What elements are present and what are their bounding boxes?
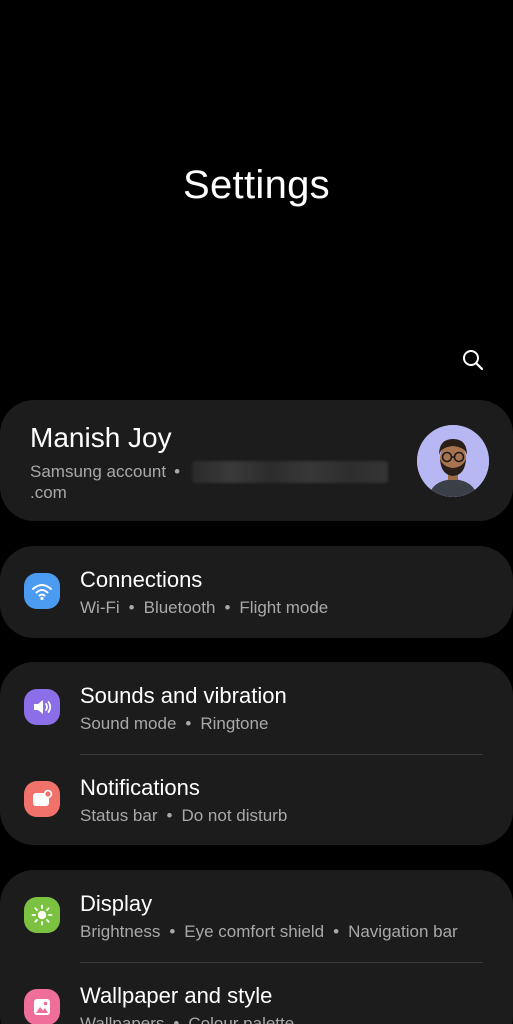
separator: •: [173, 1014, 180, 1024]
item-subtitle: Brightness • Eye comfort shield • Navigation…: [80, 922, 458, 942]
subtitle-part: Bluetooth: [143, 598, 216, 617]
subtitle-part: Ringtone: [200, 714, 269, 733]
settings-group-connections: Connections Wi-Fi • Bluetooth • Flight mode: [0, 546, 513, 638]
subtitle-part: Do not disturb: [181, 806, 288, 825]
subtitle-part: Colour palette: [188, 1014, 295, 1024]
separator: •: [128, 598, 135, 617]
wallpaper-and-style-item[interactable]: Wallpaper and style Wallpapers • Colour pa…: [0, 962, 513, 1024]
subtitle-part: Navigation bar: [348, 922, 458, 941]
page-title: Settings: [183, 163, 330, 207]
wifi-icon: [24, 573, 60, 609]
account-subtitle: Samsung account •: [30, 461, 389, 483]
separator: •: [185, 714, 192, 733]
samsung-account-card[interactable]: Manish Joy Samsung account • .com: [0, 400, 513, 521]
notifications-item[interactable]: Notifications Status bar • Do not disturb: [0, 754, 513, 844]
item-title: Display: [80, 891, 153, 916]
item-subtitle: Sound mode • Ringtone: [80, 714, 268, 734]
account-email-domain: .com: [30, 483, 67, 502]
separator: •: [166, 806, 173, 825]
account-separator: •: [174, 462, 181, 481]
subtitle-part: Brightness: [80, 922, 161, 941]
item-title: Sounds and vibration: [80, 683, 287, 708]
subtitle-part: Wi-Fi: [80, 598, 120, 617]
redacted-email: [192, 461, 389, 483]
settings-group-display: Display Brightness • Eye comfort shield • Na…: [0, 870, 513, 1024]
search-icon: [463, 350, 484, 371]
account-name: Manish Joy: [30, 422, 172, 453]
separator: •: [333, 922, 340, 941]
speaker-icon: [24, 689, 60, 725]
item-subtitle: Status bar • Do not disturb: [80, 806, 287, 826]
avatar[interactable]: [417, 425, 489, 497]
subtitle-part: Wallpapers: [80, 1014, 165, 1024]
separator: •: [224, 598, 231, 617]
wallpaper-icon: [24, 989, 60, 1024]
item-subtitle: Wi-Fi • Bluetooth • Flight mode: [80, 598, 328, 618]
sounds-and-vibration-item[interactable]: Sounds and vibration Sound mode • Ringtone: [0, 662, 513, 752]
subtitle-part: Eye comfort shield: [184, 922, 325, 941]
item-title: Wallpaper and style: [80, 983, 273, 1008]
settings-group-sounds: Sounds and vibration Sound mode • Ringtone…: [0, 662, 513, 845]
item-title: Notifications: [80, 775, 200, 800]
subtitle-part: Flight mode: [239, 598, 329, 617]
account-label: Samsung account: [30, 462, 167, 481]
connections-item[interactable]: Connections Wi-Fi • Bluetooth • Flight mode: [0, 546, 513, 636]
subtitle-part: Status bar: [80, 806, 158, 825]
sun-icon: [24, 897, 60, 933]
search-button[interactable]: [458, 345, 488, 375]
avatar-image: [417, 425, 489, 497]
display-item[interactable]: Display Brightness • Eye comfort shield • Na…: [0, 870, 513, 960]
item-title: Connections: [80, 567, 203, 592]
item-subtitle: Wallpapers • Colour palette: [80, 1014, 294, 1024]
notification-icon: [24, 781, 60, 817]
subtitle-part: Sound mode: [80, 714, 177, 733]
separator: •: [169, 922, 176, 941]
